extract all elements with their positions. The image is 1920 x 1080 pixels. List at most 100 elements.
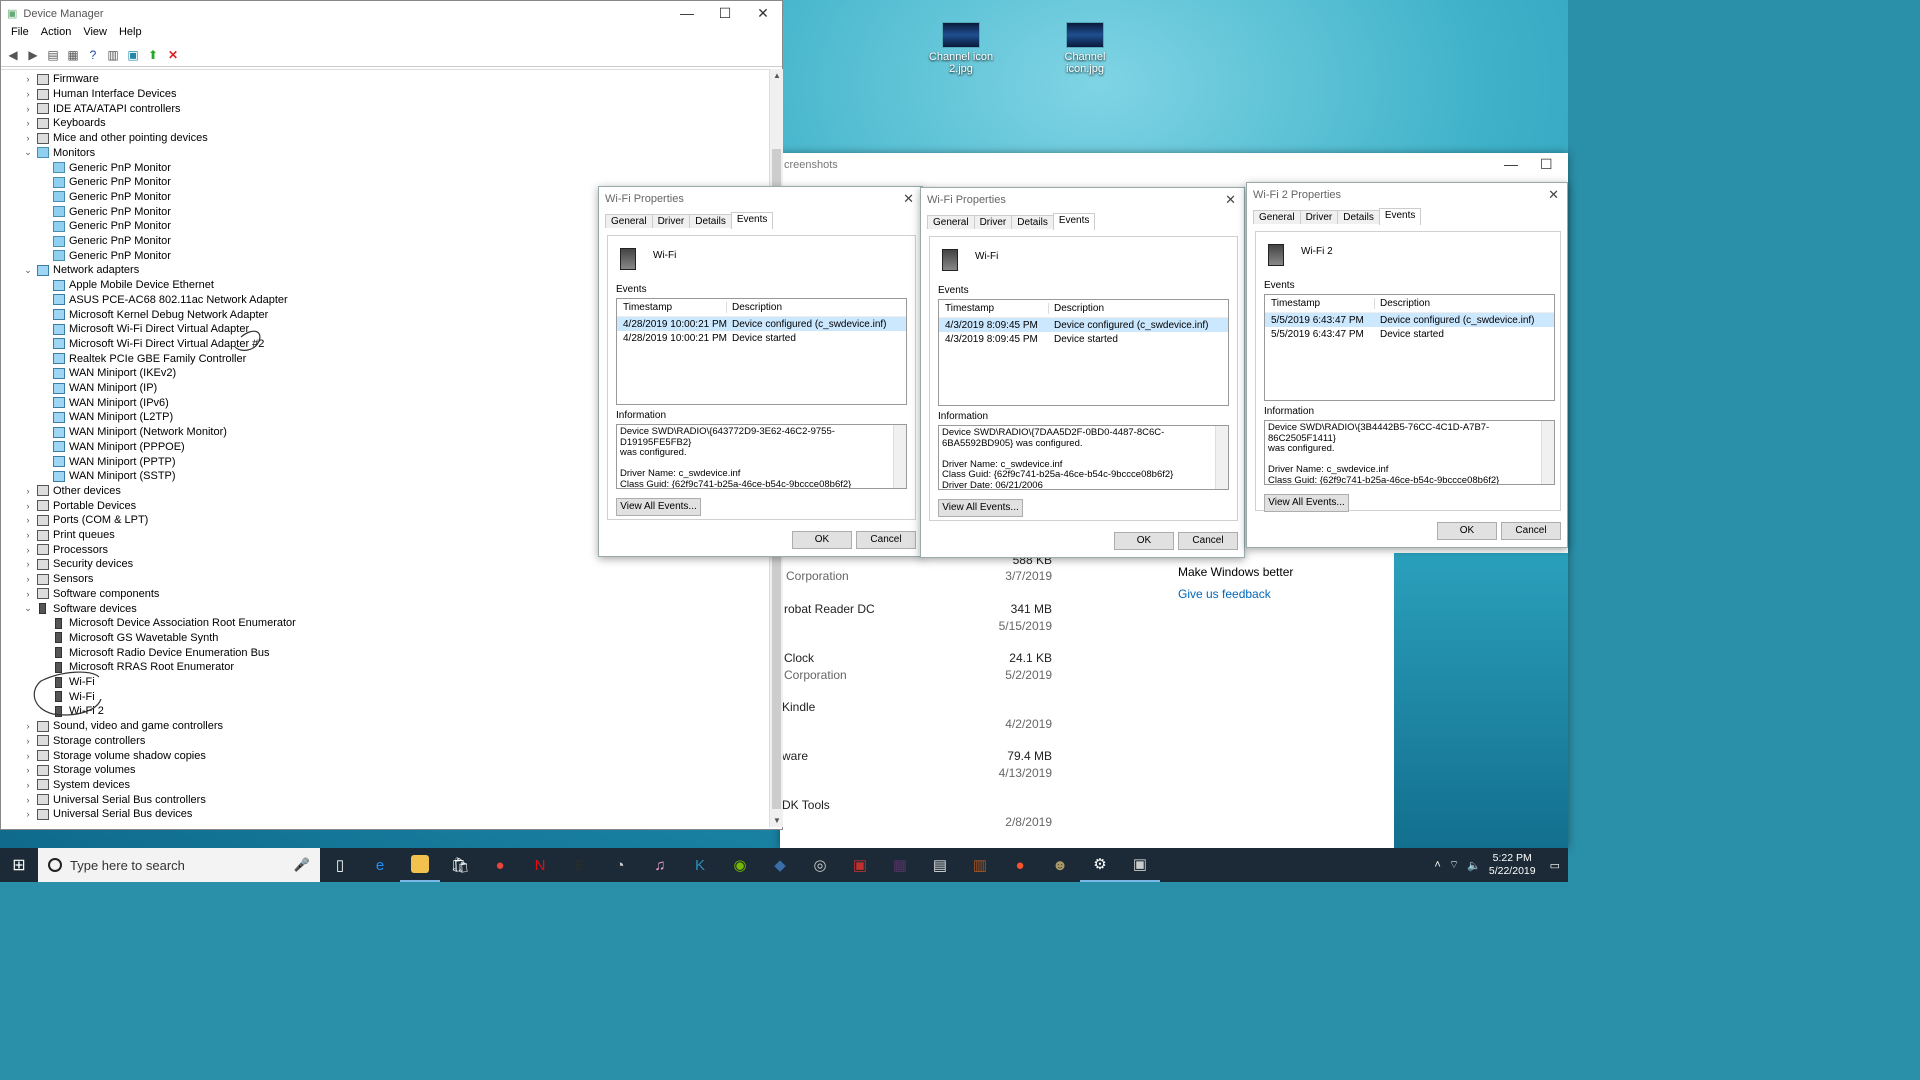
start-button[interactable]: ⊞ [0, 848, 38, 882]
app-icon[interactable]: ◆ [760, 848, 800, 882]
tab-details[interactable]: Details [689, 214, 732, 228]
ok-button[interactable]: OK [1437, 522, 1497, 540]
wifi-properties-dialog-2: Wi-Fi Properties ✕ General Driver Details E… [920, 187, 1245, 558]
column-description[interactable]: Description [1049, 303, 1104, 314]
maximize-button[interactable]: ☐ [1540, 156, 1553, 173]
tab-events[interactable]: Events [1378, 208, 1422, 225]
clock[interactable]: 5:22 PM 5/22/2019 [1489, 852, 1536, 878]
column-timestamp[interactable]: Timestamp [617, 302, 727, 313]
event-timestamp: 4/3/2019 8:09:45 PM [945, 333, 1038, 345]
cancel-button[interactable]: Cancel [856, 531, 916, 549]
tab-driver[interactable]: Driver [651, 214, 691, 228]
speedometer-icon[interactable]: ◔ [600, 848, 640, 882]
desktop-file-channel-icon[interactable]: Channel icon.jpg [1045, 22, 1125, 75]
app-list-item[interactable]: DK Tools [782, 798, 830, 812]
events-list[interactable]: Timestamp Description 4/28/2019 10:00:21 … [616, 298, 907, 405]
nvidia-icon[interactable]: ◉ [720, 848, 760, 882]
event-row[interactable]: 5/5/2019 6:43:47 PM Device started [1265, 327, 1554, 341]
close-button[interactable]: ✕ [1225, 192, 1236, 208]
event-row[interactable]: 4/3/2019 8:09:45 PM Device started [939, 332, 1228, 346]
column-timestamp[interactable]: Timestamp [939, 303, 1049, 314]
ok-button[interactable]: OK [792, 531, 852, 549]
volume-icon[interactable]: 🔈 [1467, 859, 1481, 872]
information-textbox[interactable]: Device SWD\RADIO\{643772D9-3E62-46C2-975… [616, 424, 907, 489]
taskbar-search-box[interactable]: Type here to search 🎤 [38, 848, 320, 882]
tab-driver[interactable]: Driver [973, 215, 1013, 229]
app-size: 79.4 MB [1007, 749, 1052, 763]
event-row[interactable]: 5/5/2019 6:43:47 PM Device configured (c_… [1265, 313, 1554, 327]
column-timestamp[interactable]: Timestamp [1265, 298, 1375, 309]
ok-button[interactable]: OK [1114, 532, 1174, 550]
kindle-icon[interactable]: K [680, 848, 720, 882]
epic-games-icon[interactable]: E [560, 848, 600, 882]
obs-icon[interactable]: ◎ [800, 848, 840, 882]
info-line: was configured. [1268, 443, 1335, 454]
app3-icon[interactable]: ▦ [880, 848, 920, 882]
event-timestamp: 4/28/2019 10:00:21 PM [623, 318, 727, 330]
app5-icon[interactable]: ▥ [960, 848, 1000, 882]
info-scrollbar[interactable] [893, 425, 906, 488]
app-list-item[interactable]: Corporation [786, 569, 849, 583]
view-all-events-button[interactable]: View All Events... [938, 499, 1023, 517]
events-list[interactable]: Timestamp Description 5/5/2019 6:43:47 PM… [1264, 294, 1555, 401]
cancel-button[interactable]: Cancel [1178, 532, 1238, 550]
information-label: Information [938, 411, 989, 422]
event-timestamp: 4/3/2019 8:09:45 PM [945, 319, 1038, 331]
view-all-events-button[interactable]: View All Events... [616, 498, 701, 516]
minimize-button[interactable]: — [1504, 156, 1518, 172]
device-manager-icon[interactable]: ▣ [1120, 848, 1160, 882]
close-button[interactable]: ✕ [903, 191, 914, 207]
itunes-icon[interactable]: ♫ [640, 848, 680, 882]
dialog-title-bar: Wi-Fi 2 Properties ✕ [1247, 183, 1567, 207]
app-date: 3/7/2019 [1005, 569, 1052, 583]
notifications-icon[interactable]: ▭ [1550, 859, 1560, 872]
events-list[interactable]: Timestamp Description 4/3/2019 8:09:45 PM… [938, 299, 1229, 406]
app-list-item[interactable]: Clock Corporation [784, 651, 847, 682]
task-view-icon[interactable]: ▯ [320, 848, 360, 882]
event-row[interactable]: 4/28/2019 10:00:21 PM Device started [617, 331, 906, 345]
app6-icon[interactable]: ☻ [1040, 848, 1080, 882]
edge-icon[interactable]: e [360, 848, 400, 882]
app-list-item[interactable]: Kindle [782, 700, 815, 714]
information-textbox[interactable]: Device SWD\RADIO\{3B4442B5-76CC-4C1D-A7B… [1264, 420, 1555, 485]
app-date: 4/13/2019 [998, 766, 1052, 780]
wifi-2-properties-dialog: Wi-Fi 2 Properties ✕ General Driver Detail… [1246, 182, 1568, 548]
app4-icon[interactable]: ▤ [920, 848, 960, 882]
info-scrollbar[interactable] [1541, 421, 1554, 484]
microphone-icon[interactable]: 🎤 [294, 857, 310, 873]
column-description[interactable]: Description [727, 302, 782, 313]
annotation-circle-adapter-2 [234, 330, 261, 351]
view-all-events-button[interactable]: View All Events... [1264, 494, 1349, 512]
tab-general[interactable]: General [927, 215, 975, 229]
column-description[interactable]: Description [1375, 298, 1430, 309]
info-scrollbar[interactable] [1215, 426, 1228, 489]
app-size: 24.1 KB [1009, 651, 1052, 665]
chrome-icon[interactable]: ● [480, 848, 520, 882]
show-hidden-icons-icon[interactable]: ˄ [1434, 859, 1440, 871]
app-list-item[interactable]: ware [782, 749, 808, 763]
close-button[interactable]: ✕ [1548, 187, 1559, 203]
file-explorer-icon[interactable] [400, 848, 440, 882]
tab-general[interactable]: General [1253, 210, 1301, 224]
cancel-button[interactable]: Cancel [1501, 522, 1561, 540]
info-line [942, 449, 1212, 460]
settings-icon[interactable]: ⚙ [1080, 848, 1120, 882]
tab-general[interactable]: General [605, 214, 653, 228]
event-row[interactable]: 4/28/2019 10:00:21 PM Device configured (… [617, 317, 906, 331]
event-row[interactable]: 4/3/2019 8:09:45 PM Device configured (c_… [939, 318, 1228, 332]
information-textbox[interactable]: Device SWD\RADIO\{7DAA5D2F-0BD0-4487-8C6… [938, 425, 1229, 490]
tab-driver[interactable]: Driver [1299, 210, 1339, 224]
feedback-link[interactable]: Give us feedback [1178, 587, 1271, 601]
store-icon[interactable]: 🛍 [440, 848, 480, 882]
app-list-item[interactable]: robat Reader DC [784, 602, 875, 616]
app2-icon[interactable]: ▣ [840, 848, 880, 882]
netflix-icon[interactable]: N [520, 848, 560, 882]
tab-events[interactable]: Events [730, 212, 774, 229]
tab-details[interactable]: Details [1337, 210, 1380, 224]
tab-details[interactable]: Details [1011, 215, 1054, 229]
tab-events[interactable]: Events [1052, 213, 1096, 230]
network-icon[interactable]: ⌔ [1449, 858, 1459, 872]
info-line: Driver Name: c_swdevice.inf [1268, 464, 1389, 475]
brave-icon[interactable]: ● [1000, 848, 1040, 882]
desktop-file-channel-icon-2[interactable]: Channel icon 2.jpg [921, 22, 1001, 75]
